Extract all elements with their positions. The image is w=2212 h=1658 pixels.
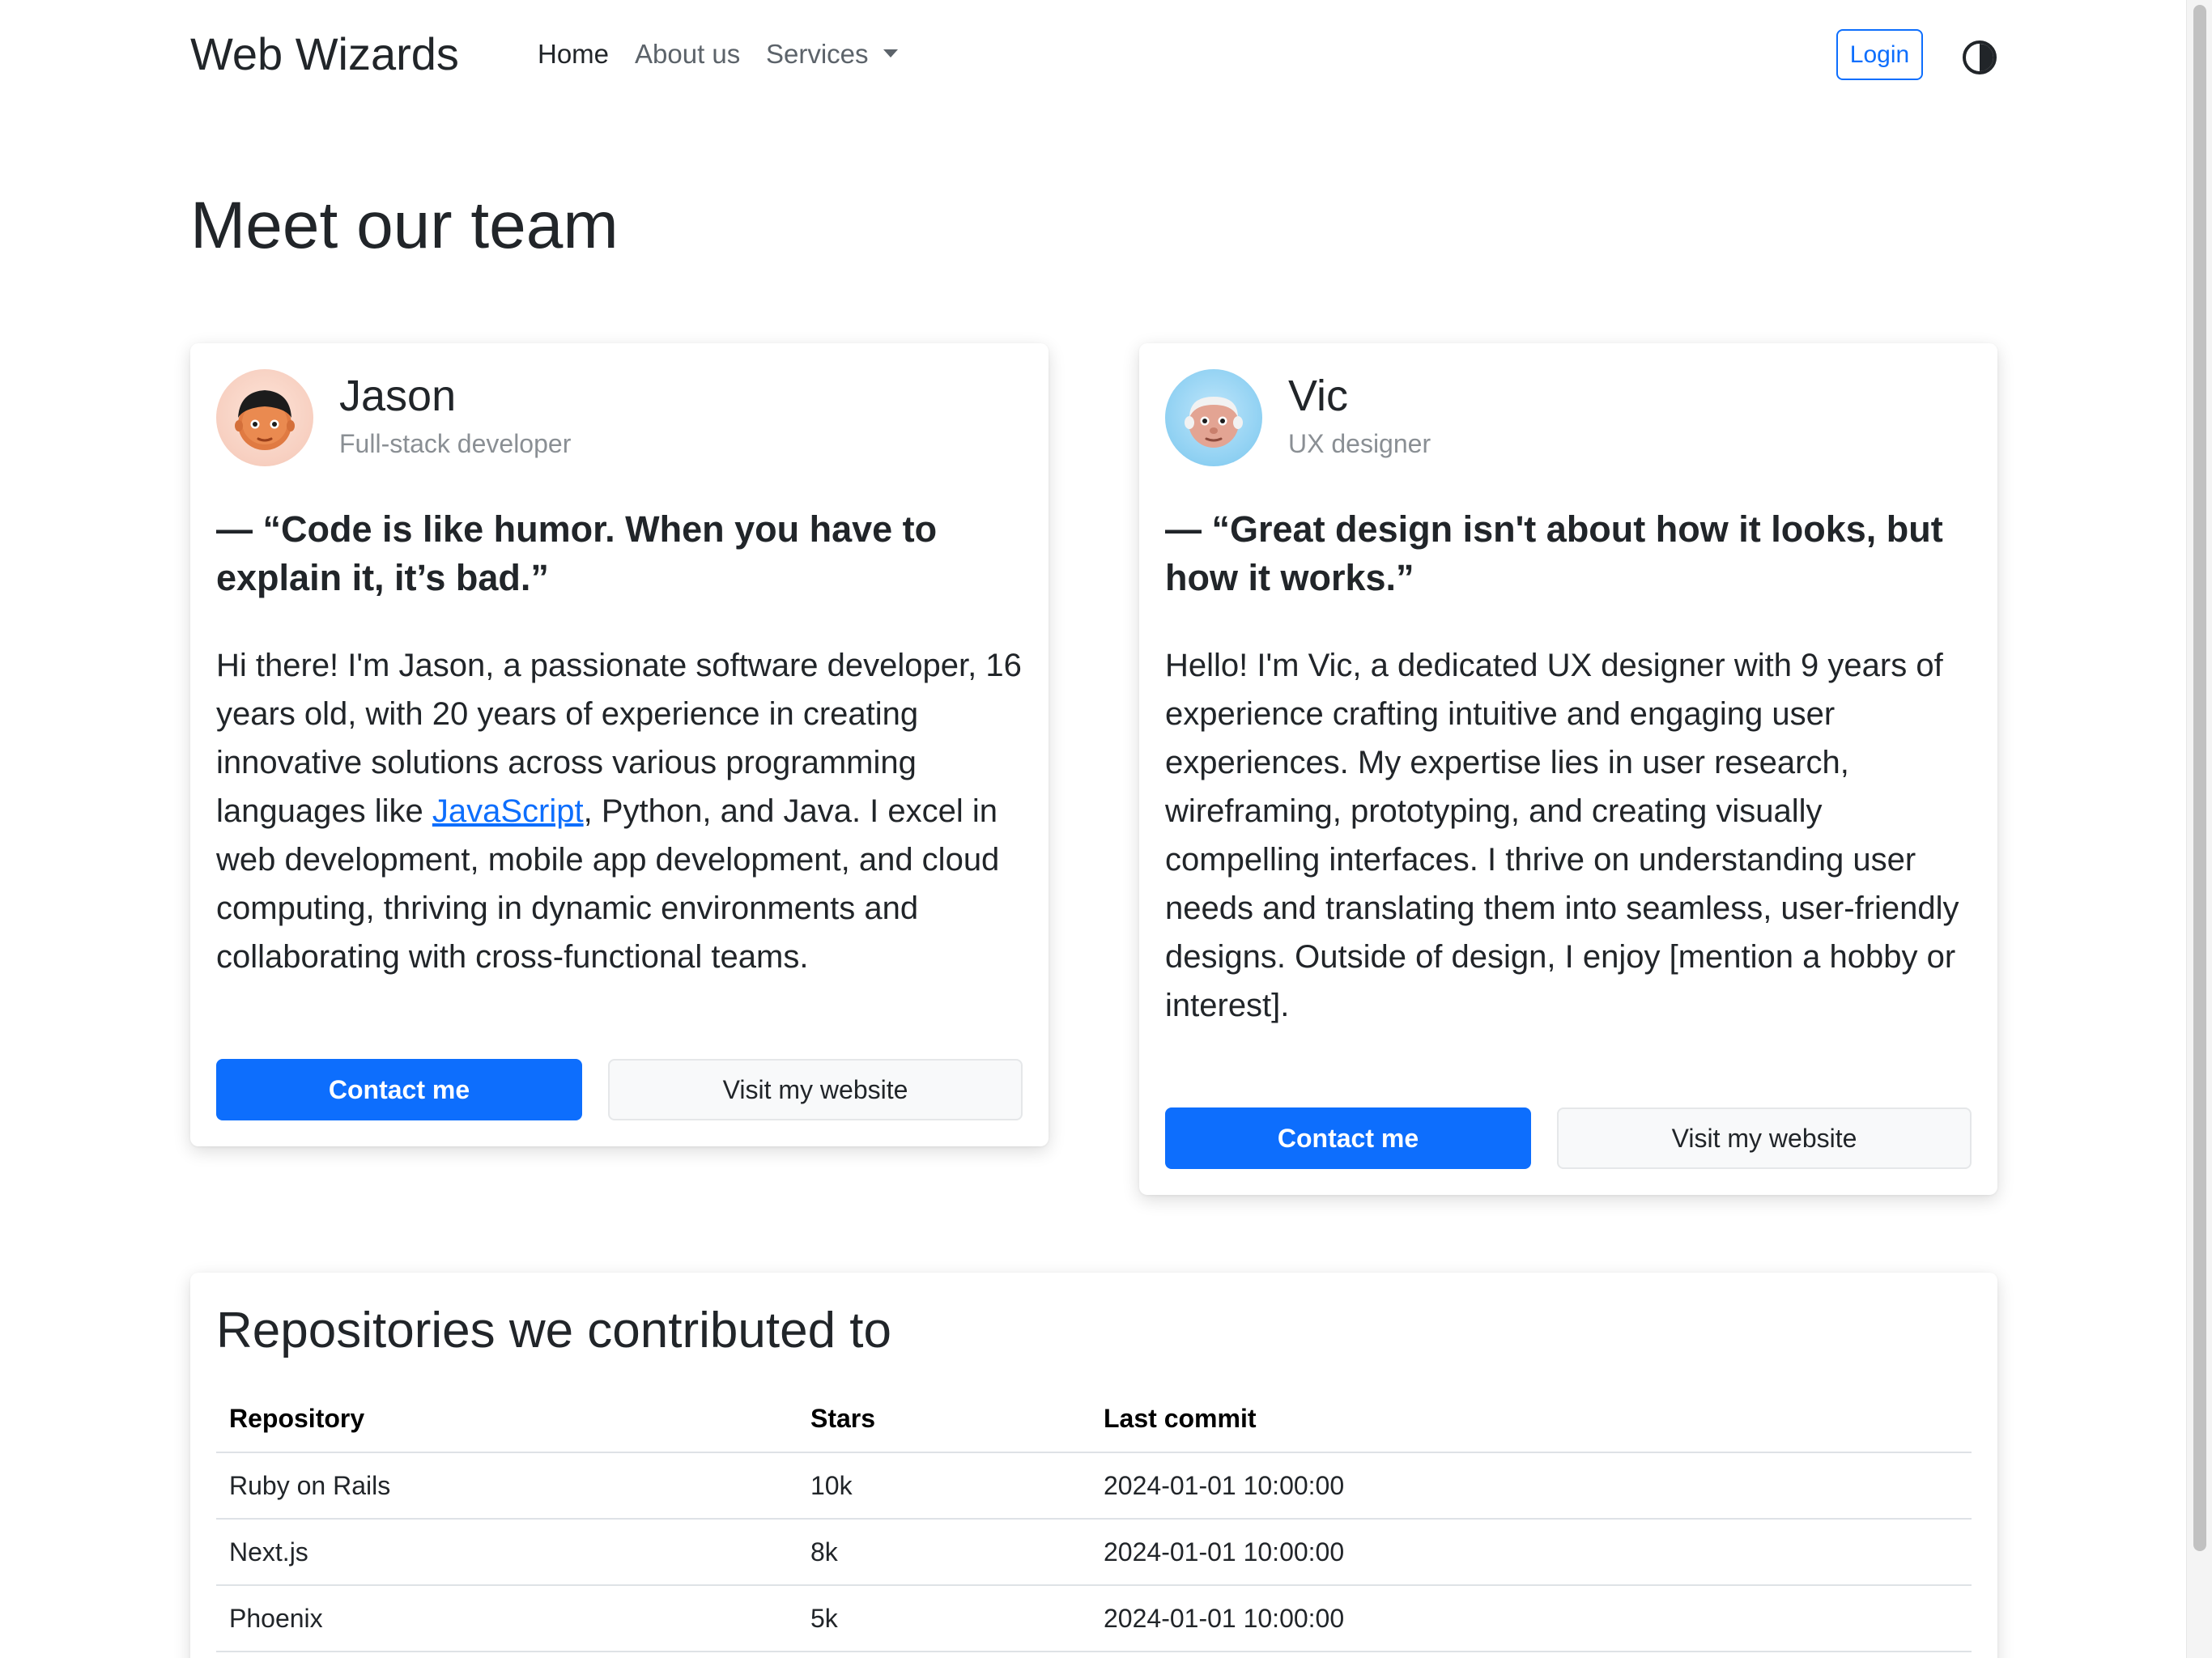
theme-toggle-icon[interactable] xyxy=(1963,40,1997,74)
repository-stars: 8k xyxy=(798,1519,1091,1586)
avatar-icon xyxy=(216,369,313,466)
avatar-icon xyxy=(1165,369,1262,466)
nav-link-home[interactable]: Home xyxy=(538,39,609,70)
avatar-face-icon xyxy=(1185,397,1243,448)
repository-last-commit: 2024-01-01 10:00:00 xyxy=(1091,1585,1972,1652)
table-header-row: Repository Stars Last commit xyxy=(216,1386,1972,1453)
column-header-last-commit: Last commit xyxy=(1091,1386,1972,1453)
repository-name: Next.js xyxy=(216,1519,798,1586)
login-button[interactable]: Login xyxy=(1836,29,1923,80)
table-row: Next.js 8k 2024-01-01 10:00:00 xyxy=(216,1519,1972,1586)
column-header-stars: Stars xyxy=(798,1386,1091,1453)
repositories-table: Repository Stars Last commit Ruby on Rai… xyxy=(216,1386,1972,1652)
javascript-link[interactable]: JavaScript xyxy=(432,793,584,829)
visit-website-button[interactable]: Visit my website xyxy=(1557,1107,1972,1169)
column-header-repository: Repository xyxy=(216,1386,798,1453)
table-row: Ruby on Rails 10k 2024-01-01 10:00:00 xyxy=(216,1452,1972,1520)
avatar-face-icon xyxy=(235,390,295,450)
repository-last-commit: 2024-01-01 10:00:00 xyxy=(1091,1519,1972,1586)
nav-dropdown-services[interactable]: Services xyxy=(766,39,898,70)
member-quote: — “Code is like humor. When you have to … xyxy=(216,508,938,598)
page-scrollbar[interactable] xyxy=(2186,0,2212,1658)
navbar: Web Wizards Home About us Services Login xyxy=(0,0,2186,113)
repository-stars: 10k xyxy=(798,1452,1091,1520)
page: Web Wizards Home About us Services Login… xyxy=(0,0,2212,1658)
scrollbar-thumb[interactable] xyxy=(2193,5,2206,1551)
repository-name: Ruby on Rails xyxy=(216,1452,798,1520)
repository-stars: 5k xyxy=(798,1585,1091,1652)
page-title: Meet our team xyxy=(190,189,619,262)
member-role: UX designer xyxy=(1288,429,1431,458)
repositories-card: Repositories we contributed to Repositor… xyxy=(190,1273,1997,1658)
member-bio: Hello! I'm Vic, a dedicated UX designer … xyxy=(1165,648,1959,1023)
contact-me-button[interactable]: Contact me xyxy=(1165,1107,1531,1169)
member-name: Jason xyxy=(339,372,457,420)
half-circle-fill xyxy=(1980,44,1993,71)
brand-logo[interactable]: Web Wizards xyxy=(190,28,459,80)
member-name: Vic xyxy=(1288,372,1349,420)
member-quote: — “Great design isn't about how it looks… xyxy=(1165,508,1943,598)
visit-website-button[interactable]: Visit my website xyxy=(608,1059,1023,1120)
table-row: Phoenix 5k 2024-01-01 10:00:00 xyxy=(216,1585,1972,1652)
caret-down-icon xyxy=(883,49,898,57)
nav-link-about-us[interactable]: About us xyxy=(635,39,740,70)
nav-link-services-label: Services xyxy=(766,39,869,69)
repository-name: Phoenix xyxy=(216,1585,798,1652)
member-role: Full-stack developer xyxy=(339,429,572,458)
contact-me-button[interactable]: Contact me xyxy=(216,1059,582,1120)
team-card-jason: Jason Full-stack developer — “Code is li… xyxy=(190,343,1049,1146)
repository-last-commit: 2024-01-01 10:00:00 xyxy=(1091,1452,1972,1520)
member-bio: Hi there! I'm Jason, a passionate softwa… xyxy=(216,641,1026,981)
repositories-title: Repositories we contributed to xyxy=(216,1303,892,1358)
team-card-vic: Vic UX designer — “Great design isn't ab… xyxy=(1139,343,1997,1195)
